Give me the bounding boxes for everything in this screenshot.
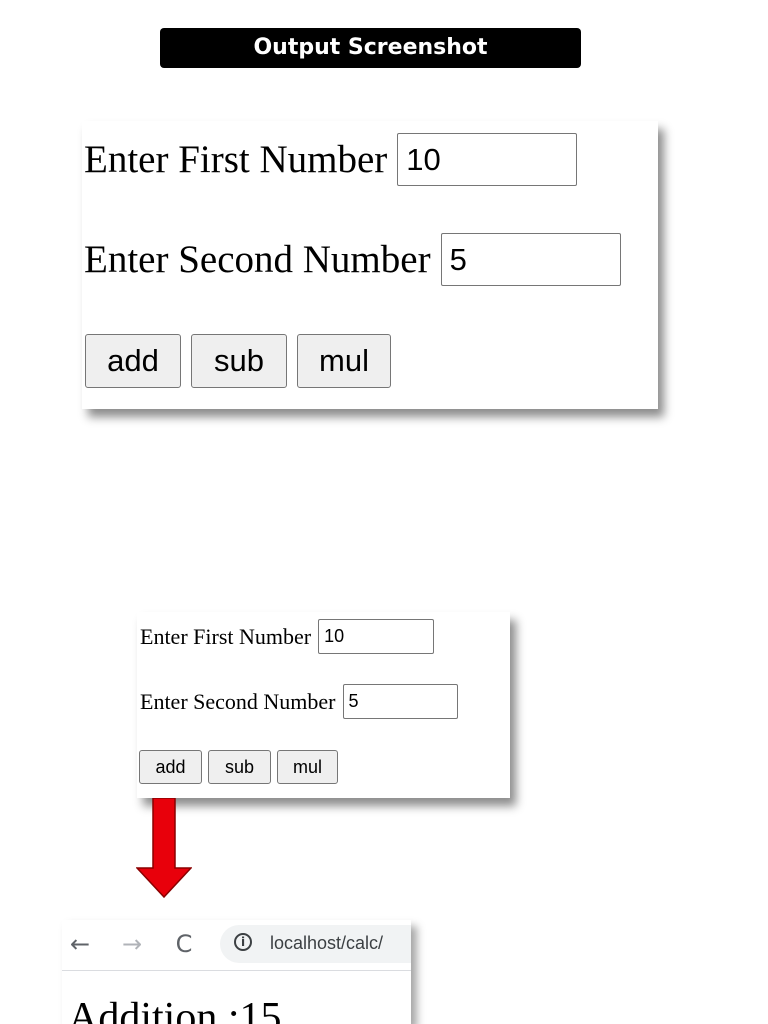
first-number-input[interactable] xyxy=(318,619,435,654)
first-number-row: Enter First Number xyxy=(140,619,435,654)
url-text[interactable]: localhost/calc/ xyxy=(270,933,383,954)
browser-window: ← → C i localhost/calc/ Addition :15 xyxy=(62,920,411,1024)
mul-button[interactable]: mul xyxy=(277,750,338,784)
output-screenshot-banner: Output Screenshot xyxy=(160,28,581,68)
add-button[interactable]: add xyxy=(139,750,202,784)
calculator-form-small: Enter First Number Enter Second Number a… xyxy=(137,612,510,798)
second-number-input[interactable] xyxy=(440,233,621,286)
address-bar[interactable]: i localhost/calc/ xyxy=(220,925,411,963)
forward-arrow-icon[interactable]: → xyxy=(118,930,146,958)
info-icon[interactable]: i xyxy=(234,933,252,951)
first-number-row: Enter First Number xyxy=(84,133,578,186)
browser-toolbar: ← → C i localhost/calc/ xyxy=(62,920,411,971)
second-number-row: Enter Second Number xyxy=(140,684,458,719)
add-button[interactable]: add xyxy=(85,334,181,388)
calculator-form-large: Enter First Number Enter Second Number a… xyxy=(82,121,658,409)
second-number-label: Enter Second Number xyxy=(140,688,336,714)
first-number-input[interactable] xyxy=(397,133,578,186)
first-number-label: Enter First Number xyxy=(140,623,312,649)
sub-button[interactable]: sub xyxy=(208,750,271,784)
reload-icon[interactable]: C xyxy=(170,930,198,958)
mul-button[interactable]: mul xyxy=(297,334,391,388)
first-number-label: Enter First Number xyxy=(84,138,388,181)
down-arrow-icon xyxy=(136,798,192,898)
second-number-label: Enter Second Number xyxy=(84,238,431,281)
second-number-input[interactable] xyxy=(342,684,458,719)
second-number-row: Enter Second Number xyxy=(84,233,621,286)
addition-result-text: Addition :15 xyxy=(68,995,282,1024)
back-arrow-icon[interactable]: ← xyxy=(66,930,94,958)
sub-button[interactable]: sub xyxy=(191,334,287,388)
